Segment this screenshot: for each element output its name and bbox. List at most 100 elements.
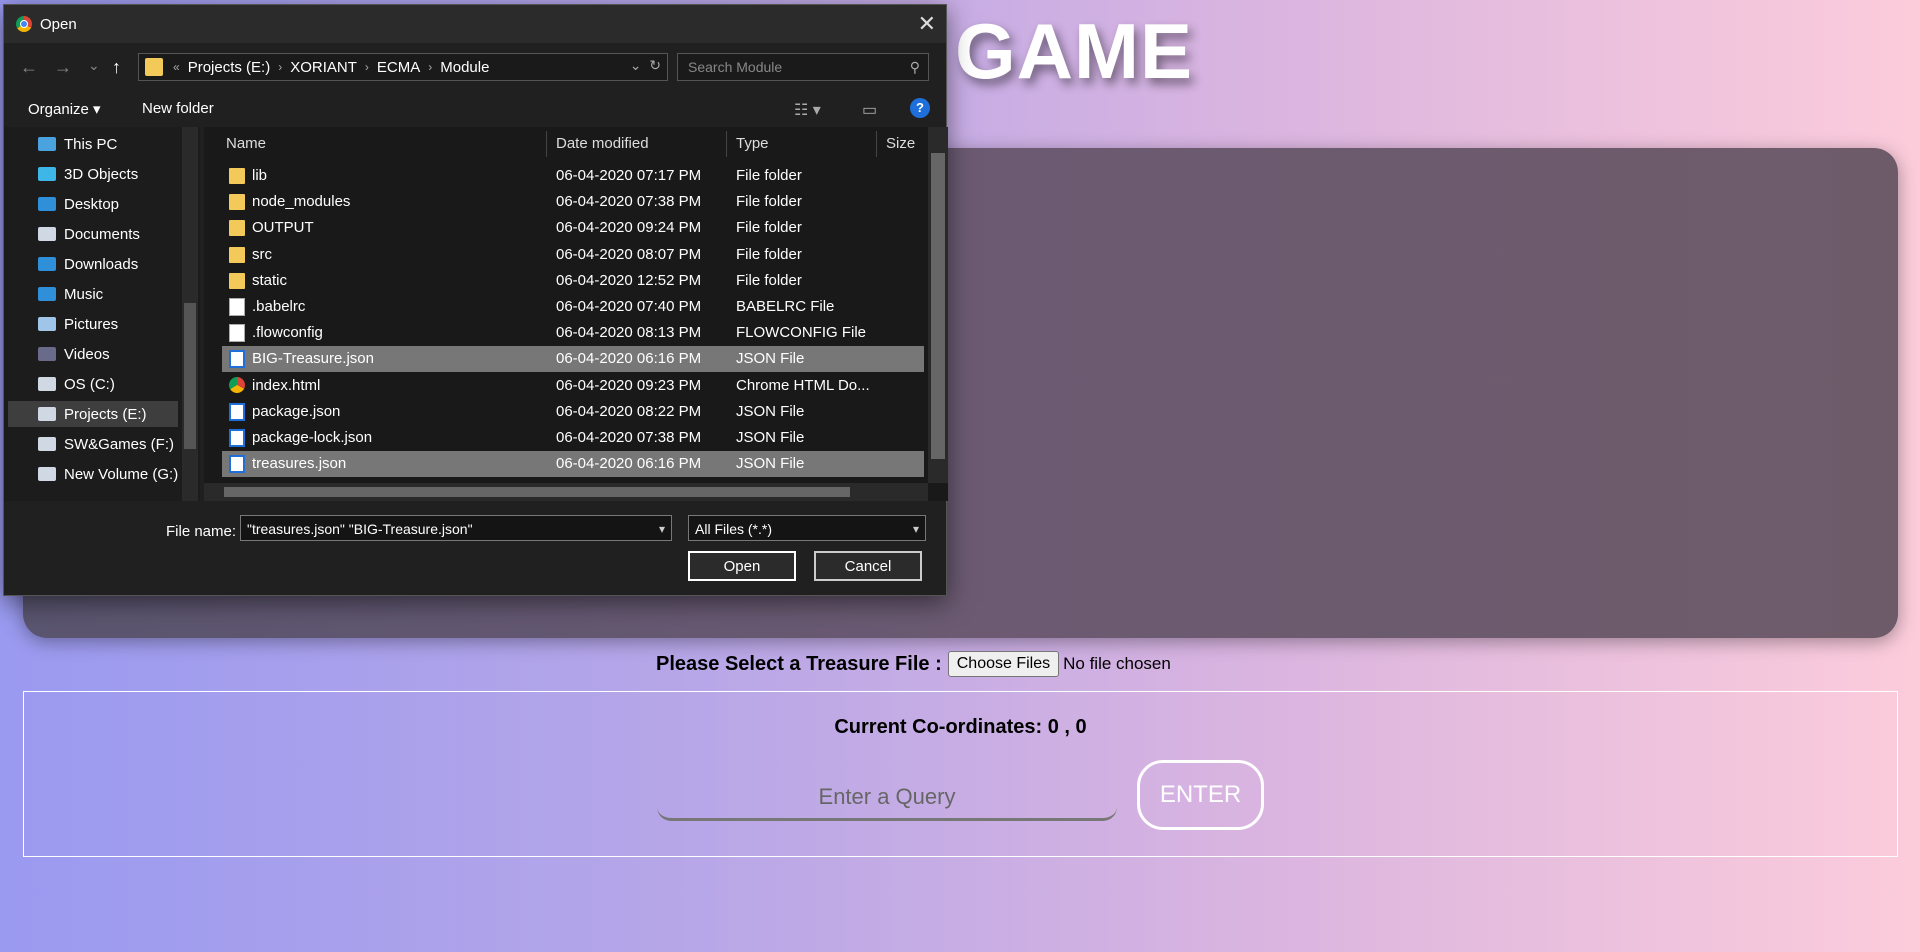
nav-item-3d-objects[interactable]: 3D Objects: [38, 161, 178, 187]
new-folder-button[interactable]: New folder: [142, 100, 214, 117]
json-icon: [229, 455, 245, 474]
file-row[interactable]: BIG-Treasure.json 06-04-2020 06:16 PM JSON…: [222, 346, 924, 373]
back-arrow-icon[interactable]: ←: [20, 57, 38, 78]
breadcrumb-ecma[interactable]: ECMA: [377, 59, 420, 76]
file-row[interactable]: package.json 06-04-2020 08:22 PM JSON File: [222, 399, 924, 425]
file-row[interactable]: package-lock.json 06-04-2020 07:38 PM JSON…: [222, 425, 924, 451]
file-name-value: "treasures.json" "BIG-Treasure.json": [247, 521, 473, 537]
dialog-titlebar[interactable]: Open ✕: [4, 5, 946, 43]
file-date: 06-04-2020 09:24 PM: [556, 219, 702, 237]
nav-item-desktop[interactable]: Desktop: [38, 191, 178, 217]
preview-pane-icon[interactable]: ▭: [862, 100, 877, 120]
nav-item-label: Videos: [64, 345, 110, 363]
file-type: BABELRC File: [736, 298, 835, 315]
view-options-icon[interactable]: ☷ ▾: [794, 100, 821, 120]
file-select-row: Please Select a Treasure File : Choose F…: [656, 651, 1171, 677]
nav-item-new-volume-g-[interactable]: New Volume (G:): [38, 461, 178, 487]
choose-files-button[interactable]: Choose Files: [947, 651, 1060, 677]
nav-item-videos[interactable]: Videos: [38, 341, 178, 367]
file-type-select[interactable]: All Files (*.*) ▾: [688, 515, 926, 541]
up-arrow-icon[interactable]: ↑: [112, 57, 121, 78]
column-size[interactable]: Size: [886, 127, 915, 161]
nav-item-projects-e-[interactable]: Projects (E:): [8, 401, 178, 427]
column-date[interactable]: Date modified: [556, 127, 649, 161]
breadcrumb-xoriant[interactable]: XORIANT: [290, 59, 357, 76]
file-name: package-lock.json: [252, 429, 373, 446]
file-row[interactable]: index.html 06-04-2020 09:23 PM Chrome HTML…: [222, 373, 924, 399]
file-icon: [229, 298, 245, 316]
desktop-icon: [38, 197, 56, 211]
breadcrumb-module[interactable]: Module: [440, 59, 489, 76]
column-type[interactable]: Type: [736, 127, 769, 161]
file-row[interactable]: src 06-04-2020 08:07 PM File folder: [222, 242, 924, 268]
file-row[interactable]: node_modules 06-04-2020 07:38 PM File fold…: [222, 189, 924, 215]
folder-icon: [229, 272, 245, 289]
breadcrumb-projects[interactable]: Projects (E:): [188, 59, 271, 76]
open-button[interactable]: Open: [688, 551, 796, 581]
file-vertical-scroll-thumb[interactable]: [931, 153, 945, 459]
nav-item-label: Documents: [64, 225, 140, 243]
nav-item-label: Desktop: [64, 195, 120, 213]
dialog-footer: File name: "treasures.json" "BIG-Treasur…: [4, 501, 946, 595]
file-name: lib: [252, 167, 268, 184]
file-type: File folder: [736, 219, 802, 237]
file-list-pane: Name Date modified Type Size lib 06-04-20…: [204, 127, 948, 501]
file-row[interactable]: .flowconfig 06-04-2020 08:13 PM FLOWCONFIG…: [222, 320, 924, 346]
json-icon: [229, 350, 245, 369]
download-icon: [38, 257, 56, 271]
query-input[interactable]: [657, 776, 1117, 821]
file-name: BIG-Treasure.json: [252, 350, 374, 368]
chevron-down-icon[interactable]: ▾: [913, 516, 919, 542]
nav-scroll-thumb[interactable]: [184, 303, 196, 449]
forward-arrow-icon[interactable]: →: [54, 57, 72, 78]
music-icon: [38, 287, 56, 301]
cancel-button[interactable]: Cancel: [814, 551, 922, 581]
chrome-icon: [16, 16, 32, 32]
file-name: package.json: [252, 402, 341, 420]
nav-item-music[interactable]: Music: [38, 281, 178, 307]
close-icon[interactable]: ✕: [918, 11, 936, 37]
nav-item-pictures[interactable]: Pictures: [38, 311, 178, 337]
breadcrumb-overflow[interactable]: «: [173, 60, 180, 74]
organize-button[interactable]: Organize ▾: [28, 100, 101, 118]
file-row[interactable]: .babelrc 06-04-2020 07:40 PM BABELRC File: [222, 294, 924, 320]
file-date: 06-04-2020 07:38 PM: [556, 193, 702, 211]
address-bar[interactable]: « Projects (E:) › XORIANT › ECMA › Modul…: [138, 53, 668, 81]
file-date: 06-04-2020 06:16 PM: [556, 455, 702, 473]
json-icon: [229, 429, 245, 447]
enter-button[interactable]: ENTER: [1137, 760, 1264, 830]
file-date: 06-04-2020 07:17 PM: [556, 167, 702, 184]
file-row[interactable]: lib 06-04-2020 07:17 PM File folder: [222, 163, 924, 189]
help-icon[interactable]: ?: [910, 98, 930, 118]
refresh-icon[interactable]: ⌄ ↻: [630, 57, 661, 74]
file-name-input[interactable]: "treasures.json" "BIG-Treasure.json" ▾: [240, 515, 672, 541]
nav-item-this-pc[interactable]: This PC: [38, 131, 178, 157]
nav-item-label: Pictures: [64, 315, 119, 333]
file-row[interactable]: OUTPUT 06-04-2020 09:24 PM File folder: [222, 215, 924, 241]
file-date: 06-04-2020 07:40 PM: [556, 298, 702, 315]
nav-item-downloads[interactable]: Downloads: [38, 251, 178, 277]
nav-item-sw-games-f-[interactable]: SW&Games (F:): [38, 431, 178, 457]
nav-item-os-c-[interactable]: OS (C:): [38, 371, 178, 397]
column-name[interactable]: Name: [226, 127, 266, 161]
file-row[interactable]: treasures.json 06-04-2020 06:16 PM JSON Fi…: [222, 451, 924, 478]
file-row[interactable]: static 06-04-2020 12:52 PM File folder: [222, 268, 924, 294]
recent-locations-icon[interactable]: ⌄: [88, 57, 100, 74]
chevron-down-icon[interactable]: ▾: [659, 516, 665, 542]
file-date: 06-04-2020 08:07 PM: [556, 245, 702, 263]
nav-item-label: Downloads: [64, 255, 139, 273]
file-type: FLOWCONFIG File: [736, 324, 866, 342]
pc-icon: [38, 137, 56, 151]
file-type: JSON File: [736, 429, 805, 446]
nav-item-documents[interactable]: Documents: [38, 221, 178, 247]
picture-icon: [38, 317, 56, 331]
file-type: File folder: [736, 271, 802, 289]
search-box[interactable]: Search Module ⚲: [677, 53, 929, 81]
file-icon: [229, 324, 245, 343]
file-date: 06-04-2020 09:23 PM: [556, 376, 702, 394]
folder-icon: [229, 220, 245, 237]
search-placeholder: Search Module: [688, 59, 783, 75]
file-horizontal-scroll-thumb[interactable]: [224, 487, 850, 497]
folder-icon: [229, 168, 245, 184]
drive-icon: [38, 407, 56, 421]
